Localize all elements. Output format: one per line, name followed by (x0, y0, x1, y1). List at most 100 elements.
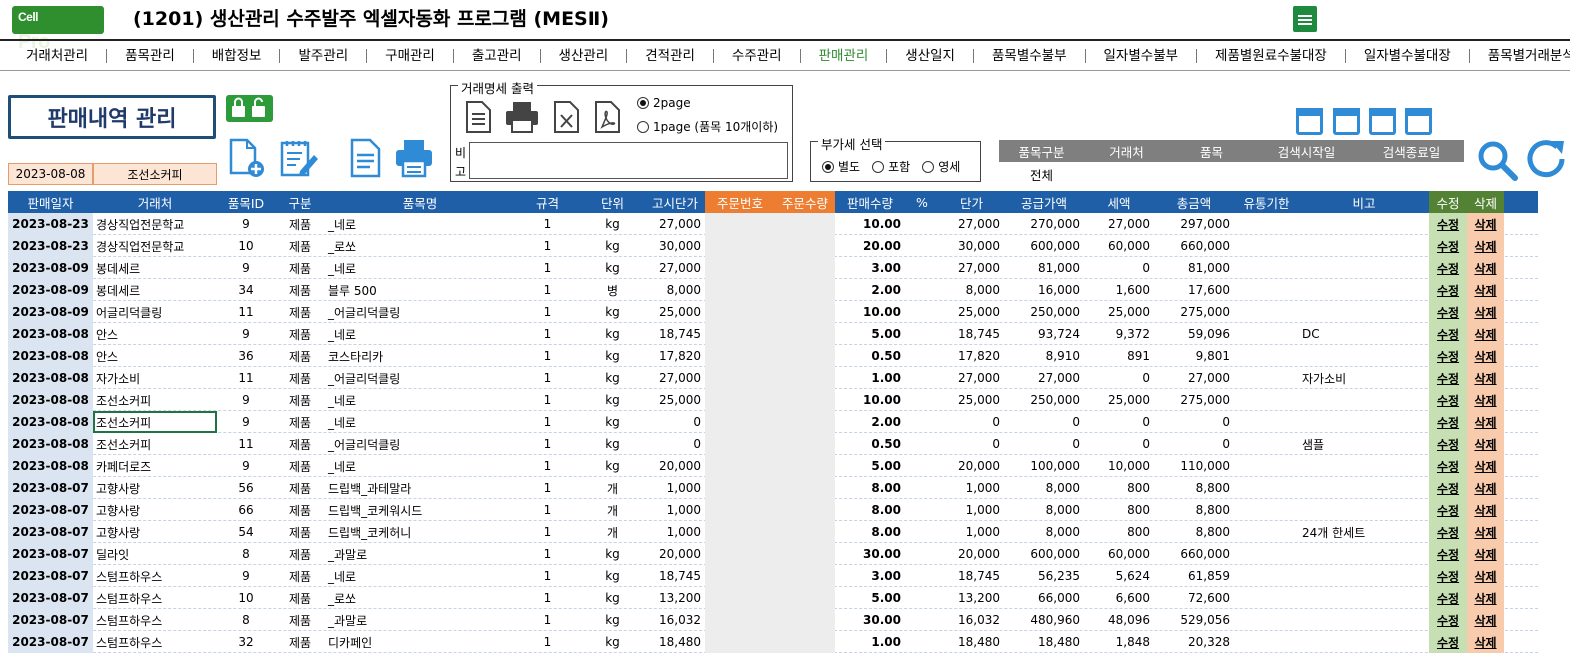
menu-item-4[interactable]: 구매관리 (367, 48, 454, 64)
menu-item-1[interactable]: 품목관리 (107, 48, 194, 64)
table-row[interactable]: 2023-08-08 조선소커피 11 제품 _어글리덕클링 1 kg 0 0.50 0 0 0 0 샘플… (8, 433, 1538, 455)
cell-vendor[interactable]: 스텀프하우스 (93, 609, 217, 631)
filter-vendor-field[interactable] (1084, 163, 1169, 185)
selected-vendor-field[interactable]: 조선소커피 (93, 163, 217, 185)
vat-radio-zero-indicator[interactable] (922, 160, 935, 173)
search-icon[interactable] (1476, 139, 1518, 181)
table-row[interactable]: 2023-08-23 경상직업전문학교 10 제품 _로쏘 1 kg 30,000 20.00 3… (8, 235, 1538, 257)
cell-delete[interactable]: 삭제 (1467, 477, 1504, 499)
cell-delete[interactable]: 삭제 (1467, 257, 1504, 279)
calendar-check-icon[interactable] (1333, 108, 1360, 135)
table-row[interactable]: 2023-08-07 고향사랑 66 제품 드립백_코케워시드 1 개 1,000 8.00 1,… (8, 499, 1538, 521)
table-row[interactable]: 2023-08-08 안스 9 제품 _네로 1 kg 18,745 5.00 18,745 93,… (8, 323, 1538, 345)
table-row[interactable]: 2023-08-07 스텀프하우스 32 제품 디카페인 1 kg 18,480 1.00 18,… (8, 631, 1538, 653)
cell-vendor[interactable]: 딜라잇 (93, 543, 217, 565)
menu-item-7[interactable]: 견적관리 (627, 48, 714, 64)
pdf-file-icon[interactable] (593, 100, 623, 134)
cell-delete[interactable]: 삭제 (1467, 323, 1504, 345)
table-row[interactable]: 2023-08-07 스텀프하우스 8 제품 _과말로 1 kg 16,032 30.00 16,… (8, 609, 1538, 631)
menu-item-3[interactable]: 발주관리 (280, 48, 368, 64)
cell-edit[interactable]: 수정 (1429, 301, 1467, 323)
menu-item-11[interactable]: 품목별수불부 (974, 48, 1086, 64)
filter-start-date-field[interactable] (1254, 163, 1359, 185)
selected-date-field[interactable]: 2023-08-08 (8, 163, 93, 185)
table-row[interactable]: 2023-08-08 조선소커피 9 제품 _네로 1 kg 25,000 10.00 25,00… (8, 389, 1538, 411)
menu-item-8[interactable]: 수주관리 (714, 48, 801, 64)
cell-delete[interactable]: 삭제 (1467, 367, 1504, 389)
table-row[interactable]: 2023-08-07 딜라잇 8 제품 _과말로 1 kg 20,000 30.00 20,000… (8, 543, 1538, 565)
cell-delete[interactable]: 삭제 (1467, 345, 1504, 367)
table-row[interactable]: 2023-08-07 고향사랑 56 제품 드립백_과테말라 1 개 1,000 8.00 1,0… (8, 477, 1538, 499)
new-document-icon[interactable] (225, 137, 267, 179)
cell-vendor[interactable]: 안스 (93, 345, 217, 367)
radio-1page-indicator[interactable] (637, 120, 649, 133)
table-row[interactable]: 2023-08-08 카페더로즈 9 제품 _네로 1 kg 20,000 5.00 20,000… (8, 455, 1538, 477)
menu-item-12[interactable]: 일자별수불부 (1086, 48, 1198, 64)
menu-item-0[interactable]: 거래처관리 (8, 48, 108, 64)
cell-delete[interactable]: 삭제 (1467, 565, 1504, 587)
cell-edit[interactable]: 수정 (1429, 543, 1467, 565)
cell-edit[interactable]: 수정 (1429, 257, 1467, 279)
cell-edit[interactable]: 수정 (1429, 631, 1467, 653)
cell-delete[interactable]: 삭제 (1467, 411, 1504, 433)
cell-edit[interactable]: 수정 (1429, 455, 1467, 477)
cell-vendor[interactable]: 고향사랑 (93, 521, 217, 543)
cell-edit[interactable]: 수정 (1429, 499, 1467, 521)
table-row[interactable]: 2023-08-08 자가소비 11 제품 _어글리덕클링 1 kg 27,000 1.00 27… (8, 367, 1538, 389)
cell-edit[interactable]: 수정 (1429, 411, 1467, 433)
cell-vendor[interactable]: 경상직업전문학교 (93, 213, 217, 235)
cell-vendor[interactable]: 스텀프하우스 (93, 631, 217, 653)
document-text-icon[interactable] (464, 100, 494, 134)
cell-delete[interactable]: 삭제 (1467, 235, 1504, 257)
table-row[interactable]: 2023-08-07 고향사랑 54 제품 드립백_코케허니 1 개 1,000 8.00 1,0… (8, 521, 1538, 543)
filter-item-type-field[interactable]: 전체 (999, 163, 1084, 185)
table-row[interactable]: 2023-08-09 어글리덕클링 11 제품 _어글리덕클링 1 kg 25,000 10.0… (8, 301, 1538, 323)
menu-item-14[interactable]: 일자별수불대장 (1346, 48, 1470, 64)
table-row[interactable]: 2023-08-08 안스 36 제품 코스타리카 1 kg 17,820 0.50 17,820… (8, 345, 1538, 367)
cell-vendor[interactable]: 조선소커피 (93, 389, 217, 411)
cell-edit[interactable]: 수정 (1429, 389, 1467, 411)
print-icon[interactable] (393, 137, 435, 179)
vat-radio-included[interactable]: 포함 (872, 158, 910, 175)
menu-item-10[interactable]: 생산일지 (887, 48, 974, 64)
menu-item-5[interactable]: 출고관리 (454, 48, 541, 64)
cell-delete[interactable]: 삭제 (1467, 609, 1504, 631)
cell-delete[interactable]: 삭제 (1467, 389, 1504, 411)
cell-edit[interactable]: 수정 (1429, 323, 1467, 345)
filter-item-field[interactable] (1169, 163, 1254, 185)
radio-2page[interactable]: 2page (637, 96, 691, 110)
filter-end-date-field[interactable] (1359, 163, 1464, 185)
memo-input[interactable] (469, 142, 788, 179)
cell-edit[interactable]: 수정 (1429, 521, 1467, 543)
cell-edit[interactable]: 수정 (1429, 565, 1467, 587)
table-row[interactable]: 2023-08-09 봉데세르 34 제품 블루 500 1 병 8,000 2.00 8,000… (8, 279, 1538, 301)
vat-radio-zero[interactable]: 영세 (922, 158, 960, 175)
excel-file-icon[interactable] (552, 100, 582, 134)
calendar-icon[interactable] (1296, 108, 1323, 135)
table-row[interactable]: 2023-08-09 봉데세르 9 제품 _네로 1 kg 27,000 3.00 27,000 8… (8, 257, 1538, 279)
cell-vendor[interactable]: 조선소커피 (93, 433, 217, 455)
cell-vendor[interactable]: 어글리덕클링 (93, 301, 217, 323)
cell-edit[interactable]: 수정 (1429, 367, 1467, 389)
cell-delete[interactable]: 삭제 (1467, 213, 1504, 235)
cell-vendor[interactable]: 봉데세르 (93, 279, 217, 301)
table-row[interactable]: 2023-08-23 경상직업전문학교 9 제품 _네로 1 kg 27,000 10.00 27… (8, 213, 1538, 235)
refresh-icon[interactable] (1524, 137, 1570, 181)
lock-open-icon[interactable] (226, 95, 273, 122)
cell-delete[interactable]: 삭제 (1467, 521, 1504, 543)
cell-delete[interactable]: 삭제 (1467, 279, 1504, 301)
spreadsheet-icon[interactable] (1293, 6, 1317, 32)
cell-vendor[interactable]: 안스 (93, 323, 217, 345)
cell-vendor[interactable]: 자가소비 (93, 367, 217, 389)
cell-delete[interactable]: 삭제 (1467, 543, 1504, 565)
vat-radio-separate[interactable]: 별도 (822, 158, 860, 175)
cell-delete[interactable]: 삭제 (1467, 499, 1504, 521)
cell-edit[interactable]: 수정 (1429, 213, 1467, 235)
edit-document-icon[interactable] (278, 137, 320, 179)
cell-vendor[interactable]: 봉데세르 (93, 257, 217, 279)
menu-item-2[interactable]: 배합정보 (194, 48, 281, 64)
cell-vendor[interactable]: 카페더로즈 (93, 455, 217, 477)
cell-edit[interactable]: 수정 (1429, 433, 1467, 455)
menu-item-9[interactable]: 판매관리 (801, 48, 888, 64)
cell-vendor[interactable]: 경상직업전문학교 (93, 235, 217, 257)
